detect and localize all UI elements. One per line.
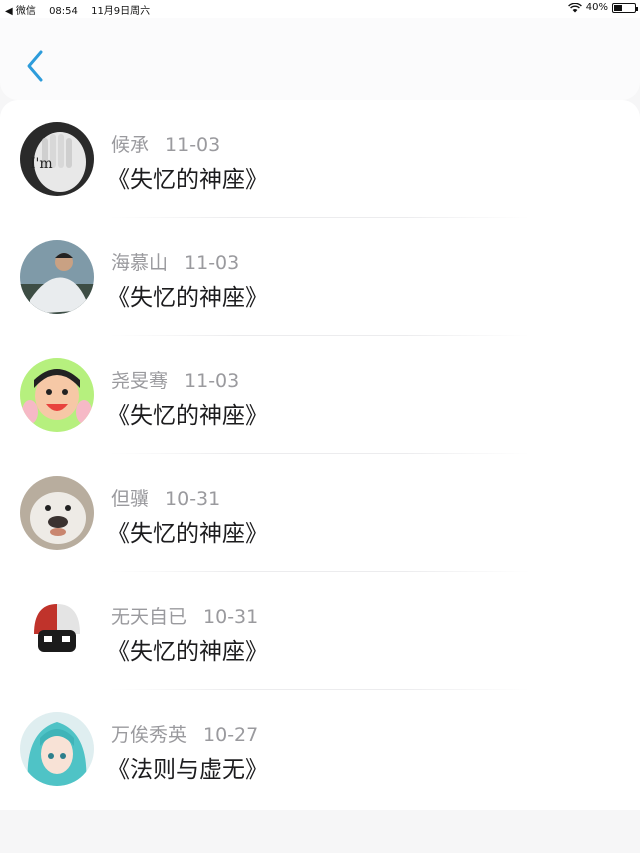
- comment-date: 11-03: [165, 134, 221, 156]
- status-bar: ◀ 微信 08:54 11月9日周六 40%: [0, 0, 640, 18]
- list-item[interactable]: 无天自已 10-31 《失忆的神座》: [0, 572, 640, 690]
- status-bar-left: ◀ 微信 08:54 11月9日周六: [5, 2, 160, 17]
- list-item[interactable]: 尧旻骞 11-03 《失忆的神座》: [0, 336, 640, 454]
- list-item[interactable]: 但骥 10-31 《失忆的神座》: [0, 454, 640, 572]
- status-bar-right: 40%: [567, 2, 638, 13]
- username[interactable]: 无天自已: [111, 606, 187, 628]
- comment-meta: 但骥 10-31: [111, 484, 220, 511]
- status-time: 08:54: [49, 6, 78, 17]
- avatar[interactable]: [20, 240, 94, 314]
- back-to-app-link[interactable]: ◀ 微信: [5, 6, 36, 17]
- book-title[interactable]: 《失忆的神座》: [107, 396, 268, 430]
- avatar[interactable]: [20, 712, 94, 786]
- status-date: 11月9日周六: [91, 6, 151, 17]
- book-title[interactable]: 《失忆的神座》: [107, 278, 268, 312]
- back-button[interactable]: [18, 46, 52, 86]
- username[interactable]: 候承: [111, 134, 149, 156]
- comment-date: 11-03: [184, 370, 240, 392]
- username[interactable]: 尧旻骞: [111, 370, 168, 392]
- battery-fill: [614, 4, 622, 11]
- comment-meta: 尧旻骞 11-03: [111, 366, 239, 393]
- comment-date: 11-03: [184, 252, 240, 274]
- comment-meta: 候承 11-03: [111, 130, 220, 157]
- wifi-icon: [567, 2, 582, 12]
- book-title[interactable]: 《法则与虚无》: [107, 750, 268, 784]
- chevron-left-icon: [27, 50, 43, 82]
- comment-meta: 海慕山 11-03: [111, 248, 239, 275]
- comment-meta: 万俟秀英 10-27: [111, 720, 258, 747]
- comment-date: 10-31: [165, 488, 221, 510]
- avatar[interactable]: I'm: [20, 122, 94, 196]
- list-item[interactable]: 万俟秀英 10-27 《法则与虚无》: [0, 690, 640, 808]
- svg-text:I'm: I'm: [30, 156, 53, 172]
- avatar[interactable]: [20, 476, 94, 550]
- book-title[interactable]: 《失忆的神座》: [107, 632, 268, 666]
- battery-icon: [612, 2, 638, 13]
- username[interactable]: 海慕山: [111, 252, 168, 274]
- comment-list: I'm 候承 11-03 《失忆的神座》 海慕山 11-03 《失忆的神座》 尧…: [0, 100, 640, 810]
- battery-percent: 40%: [585, 2, 608, 13]
- list-item[interactable]: I'm 候承 11-03 《失忆的神座》: [0, 100, 640, 218]
- book-title[interactable]: 《失忆的神座》: [107, 514, 268, 548]
- username[interactable]: 但骥: [111, 488, 149, 510]
- header: [0, 18, 640, 100]
- list-item[interactable]: 海慕山 11-03 《失忆的神座》: [0, 218, 640, 336]
- comment-date: 10-31: [203, 606, 259, 628]
- avatar[interactable]: [20, 594, 94, 668]
- book-title[interactable]: 《失忆的神座》: [107, 160, 268, 194]
- comment-date: 10-27: [203, 724, 259, 746]
- comment-meta: 无天自已 10-31: [111, 602, 258, 629]
- username[interactable]: 万俟秀英: [111, 724, 187, 746]
- avatar[interactable]: [20, 358, 94, 432]
